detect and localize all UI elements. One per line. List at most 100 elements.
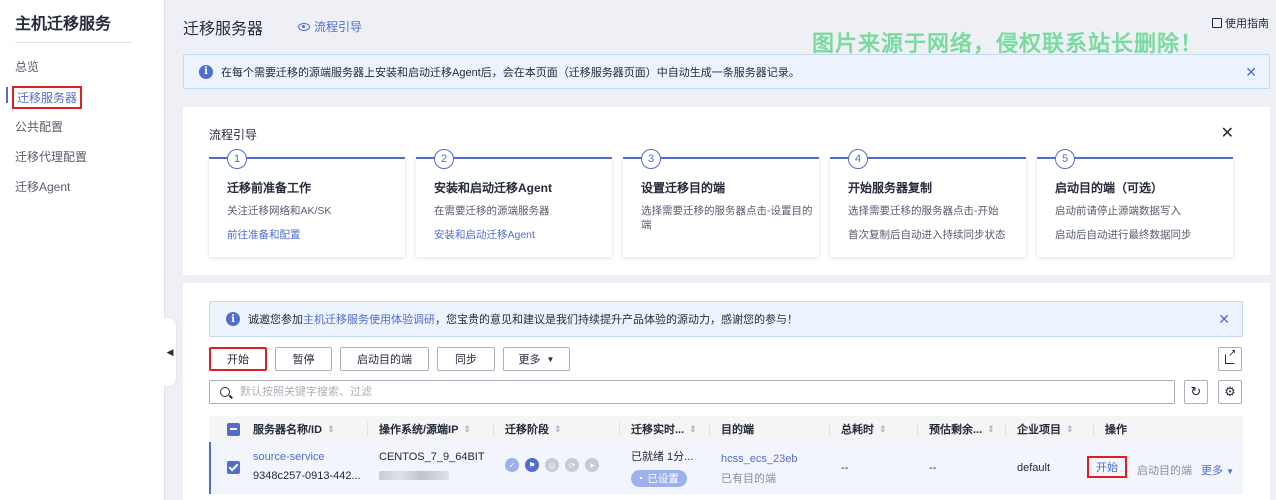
caret-down-icon: ▼ — [1226, 467, 1234, 476]
table-header: 服务器名称/ID ⇕ 操作系统/源端IP ⇕ 迁移阶段 ⇕ 迁移实时... ⇕ 目的端 … — [209, 416, 1243, 442]
sort-icon: ⇕ — [327, 423, 335, 434]
step-link[interactable]: 安装和启动迁移Agent — [434, 227, 535, 242]
row-start-button[interactable]: 开始 — [1087, 456, 1127, 478]
step-card-3: 3 设置迁移目的端 选择需要迁移的服务器点击-设置目的端 — [623, 149, 819, 257]
stage-launch-icon: ➤ — [585, 458, 599, 472]
sync-button[interactable]: 同步 — [437, 347, 495, 371]
checkbox-checked-icon — [227, 461, 240, 474]
sidebar-collapse-button[interactable]: ◀ — [164, 318, 176, 386]
column-separator — [1005, 422, 1006, 436]
column-label: 总耗时 — [841, 424, 874, 436]
survey-suffix: ，您宝贵的意见和建议是我们持续提升产品体验的源动力，感谢您的参与！ — [435, 314, 798, 326]
step-link[interactable]: 前往准备和配置 — [227, 227, 301, 242]
refresh-icon: ↻ — [1190, 384, 1202, 399]
column-header-os[interactable]: 操作系统/源端IP ⇕ — [379, 416, 471, 442]
sidebar-item-agent[interactable]: 迁移Agent — [15, 178, 70, 195]
column-header-project[interactable]: 企业项目 ⇕ — [1017, 416, 1074, 442]
guide-link-label: 流程引导 — [314, 20, 363, 34]
sidebar-item-overview[interactable]: 总览 — [15, 58, 39, 75]
step-description: 关注迁移网络和AK/SK — [227, 205, 332, 217]
row-launch-target-button[interactable]: 启动目的端 — [1137, 462, 1192, 478]
column-header-remaining[interactable]: 预估剩余... ⇕ — [929, 416, 995, 442]
remaining-time: -- — [929, 462, 937, 474]
sort-icon: ⇕ — [463, 423, 471, 434]
step-card-4: 4 开始服务器复制 选择需要迁移的服务器点击-开始 首次复制后自动进入持续同步状… — [830, 149, 1026, 257]
help-link-label: 使用指南 — [1225, 18, 1269, 30]
column-label: 操作系统/源端IP — [379, 424, 459, 436]
column-header-stage[interactable]: 迁移阶段 ⇕ — [505, 416, 562, 442]
step-number: 2 — [434, 149, 454, 169]
process-guide-title: 流程引导 — [209, 128, 258, 142]
export-button[interactable] — [1218, 347, 1242, 371]
sidebar-divider — [15, 42, 132, 43]
clock-icon: ◔ — [637, 472, 644, 485]
step-card-2: 2 安装和启动迁移Agent 在需要迁移的源端服务器 安装和启动迁移Agent — [416, 149, 612, 257]
guide-link[interactable]: 流程引导 — [298, 18, 362, 35]
target-link[interactable]: hcss_ecs_23eb — [721, 453, 797, 465]
column-label: 迁移阶段 — [505, 424, 549, 436]
close-icon[interactable]: ✕ — [1245, 64, 1257, 81]
step-description: 选择需要迁移的服务器点击-开始 — [848, 205, 999, 217]
column-label: 预估剩余... — [929, 424, 983, 436]
info-icon: i — [199, 64, 213, 79]
page-title: 迁移服务器 — [183, 21, 264, 38]
sidebar-item-migration-servers[interactable]: 迁移服务器 — [12, 86, 83, 109]
edit-icon — [1212, 18, 1222, 28]
column-header-name[interactable]: 服务器名称/ID ⇕ — [253, 416, 335, 442]
caret-left-icon: ◀ — [166, 346, 174, 357]
column-label: 迁移实时... — [631, 424, 685, 436]
step-description-2: 启动后自动进行最终数据同步 — [1055, 229, 1192, 241]
active-indicator — [6, 87, 8, 103]
sidebar-item-proxy-config[interactable]: 迁移代理配置 — [15, 148, 87, 165]
more-button[interactable]: 更多 ▼ — [503, 347, 570, 371]
row-checkbox[interactable] — [227, 461, 240, 477]
caret-down-icon: ▼ — [546, 354, 555, 364]
refresh-button[interactable]: ↻ — [1184, 380, 1208, 404]
column-separator — [917, 422, 918, 436]
search-icon — [220, 387, 230, 397]
total-time: -- — [841, 462, 849, 474]
step-number: 3 — [641, 149, 661, 169]
launch-target-button[interactable]: 启动目的端 — [340, 347, 429, 371]
column-header-realtime[interactable]: 迁移实时... ⇕ — [631, 416, 697, 442]
info-banner-text: 在每个需要迁移的源端服务器上安装和启动迁移Agent后，会在本页面（迁移服务器页… — [221, 66, 800, 79]
close-icon[interactable]: ✕ — [1218, 311, 1230, 328]
eye-icon — [298, 22, 310, 31]
step-number: 4 — [848, 149, 868, 169]
step-title: 启动目的端（可选） — [1055, 181, 1164, 195]
step-card-1: 1 迁移前准备工作 关注迁移网络和AK/SK 前往准备和配置 — [209, 149, 405, 257]
pause-button[interactable]: 暂停 — [275, 347, 332, 371]
column-header-total-time[interactable]: 总耗时 ⇕ — [841, 416, 887, 442]
checkbox-icon — [227, 422, 240, 436]
search-input[interactable] — [240, 386, 1140, 398]
start-button[interactable]: 开始 — [209, 347, 267, 371]
select-all-checkbox[interactable] — [227, 416, 240, 442]
column-separator — [829, 422, 830, 436]
enterprise-project: default — [1017, 462, 1051, 474]
server-id: 9348c257-0913-442... — [253, 470, 361, 482]
step-description: 在需要迁移的源端服务器 — [434, 205, 550, 217]
row-more-button[interactable]: 更多 ▼ — [1201, 462, 1234, 478]
help-link[interactable]: 使用指南 — [1212, 15, 1269, 31]
info-banner: i 在每个需要迁移的源端服务器上安装和启动迁移Agent后，会在本页面（迁移服务… — [183, 54, 1270, 89]
step-description: 选择需要迁移的服务器点击-设置目的端 — [641, 205, 813, 231]
server-name-link[interactable]: source-service — [253, 451, 325, 463]
redacted-ip — [379, 471, 449, 480]
close-icon[interactable]: ✕ — [1221, 123, 1234, 143]
column-label: 企业项目 — [1017, 424, 1061, 436]
step-number: 5 — [1055, 149, 1075, 169]
survey-banner: i 诚邀您参加主机迁移服务使用体验调研，您宝贵的意见和建议是我们持续提升产品体验… — [209, 301, 1243, 337]
export-icon — [1225, 348, 1236, 364]
survey-link[interactable]: 主机迁移服务使用体验调研 — [303, 314, 435, 326]
info-icon: i — [226, 312, 240, 326]
sort-icon: ⇕ — [689, 423, 697, 434]
column-header-target: 目的端 — [721, 424, 754, 436]
realtime-status: 已就绪 1分... — [631, 451, 694, 463]
sidebar-item-public-config[interactable]: 公共配置 — [15, 118, 63, 135]
more-button-label: 更多 — [518, 354, 541, 366]
survey-text: 诚邀您参加主机迁移服务使用体验调研，您宝贵的意见和建议是我们持续提升产品体验的源… — [248, 311, 798, 327]
sidebar-title: 主机迁移服务 — [15, 16, 112, 33]
settings-button[interactable]: ⚙ — [1218, 380, 1242, 404]
survey-prefix: 诚邀您参加 — [248, 314, 303, 326]
column-header-actions: 操作 — [1105, 424, 1127, 436]
